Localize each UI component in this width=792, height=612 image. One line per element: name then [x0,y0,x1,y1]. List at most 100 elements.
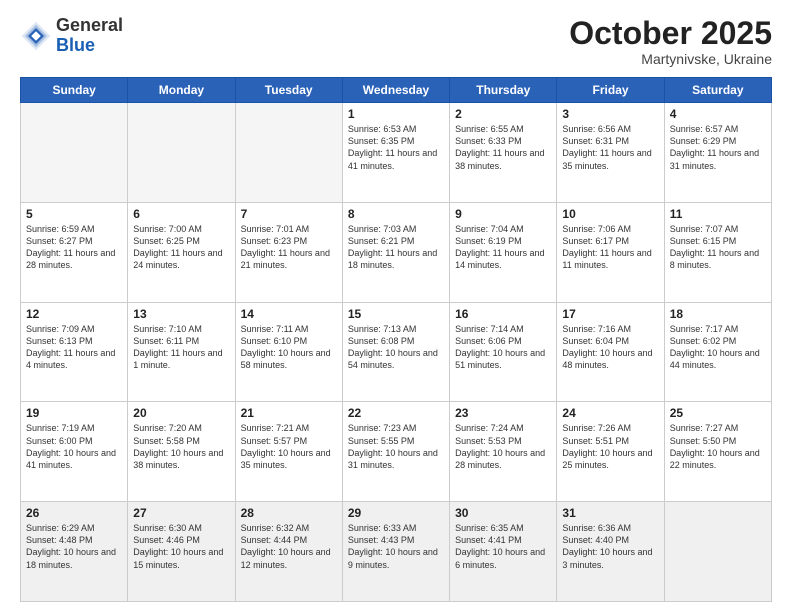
table-row: 3 Sunrise: 6:56 AM Sunset: 6:31 PM Daylig… [557,103,664,203]
table-row: 2 Sunrise: 6:55 AM Sunset: 6:33 PM Daylig… [450,103,557,203]
col-wednesday: Wednesday [342,78,449,103]
table-row: 25Sunrise: 7:27 AM Sunset: 5:50 PM Dayli… [664,402,771,502]
table-row: 28 Sunrise: 6:32 AM Sunset: 4:44 PM Dayli… [235,502,342,602]
col-friday: Friday [557,78,664,103]
header: General Blue October 2025 Martynivske, U… [20,16,772,67]
table-row: 14 Sunrise: 7:11 AM Sunset: 6:10 PM Dayli… [235,302,342,402]
table-row: 18Sunrise: 7:17 AM Sunset: 6:02 PM Dayli… [664,302,771,402]
day-number: 29 [348,506,444,520]
day-info: Sunrise: 6:55 AM Sunset: 6:33 PM Dayligh… [455,123,551,172]
day-number: 4 [670,107,766,121]
table-row: 11 Sunrise: 7:07 AM Sunset: 6:15 PM Dayli… [664,202,771,302]
table-row: 1 Sunrise: 6:53 AM Sunset: 6:35 PM Daylig… [342,103,449,203]
table-row [664,502,771,602]
day-number: 23 [455,406,551,420]
location-subtitle: Martynivske, Ukraine [569,51,772,67]
day-number: 31 [562,506,658,520]
table-row: 27 Sunrise: 6:30 AM Sunset: 4:46 PM Dayli… [128,502,235,602]
day-info: Sunrise: 6:30 AM Sunset: 4:46 PM Dayligh… [133,522,229,571]
day-number: 24 [562,406,658,420]
day-number: 8 [348,207,444,221]
day-info: Sunrise: 7:19 AM Sunset: 6:00 PM Dayligh… [26,422,122,471]
day-info: Sunrise: 6:56 AM Sunset: 6:31 PM Dayligh… [562,123,658,172]
week-row-3: 12Sunrise: 7:09 AM Sunset: 6:13 PM Dayli… [21,302,772,402]
day-info: Sunrise: 7:16 AM Sunset: 6:04 PM Dayligh… [562,323,658,372]
day-number: 5 [26,207,122,221]
calendar-header-row: Sunday Monday Tuesday Wednesday Thursday… [21,78,772,103]
logo: General Blue [20,16,123,56]
day-number: 27 [133,506,229,520]
day-info: Sunrise: 7:03 AM Sunset: 6:21 PM Dayligh… [348,223,444,272]
day-number: 16 [455,307,551,321]
table-row: 4 Sunrise: 6:57 AM Sunset: 6:29 PM Daylig… [664,103,771,203]
day-info: Sunrise: 7:23 AM Sunset: 5:55 PM Dayligh… [348,422,444,471]
day-number: 19 [26,406,122,420]
table-row [235,103,342,203]
day-info: Sunrise: 6:53 AM Sunset: 6:35 PM Dayligh… [348,123,444,172]
table-row: 7 Sunrise: 7:01 AM Sunset: 6:23 PM Daylig… [235,202,342,302]
logo-blue: Blue [56,35,95,55]
week-row-1: 1 Sunrise: 6:53 AM Sunset: 6:35 PM Daylig… [21,103,772,203]
day-number: 30 [455,506,551,520]
day-info: Sunrise: 7:07 AM Sunset: 6:15 PM Dayligh… [670,223,766,272]
day-number: 26 [26,506,122,520]
day-info: Sunrise: 7:06 AM Sunset: 6:17 PM Dayligh… [562,223,658,272]
day-info: Sunrise: 7:27 AM Sunset: 5:50 PM Dayligh… [670,422,766,471]
day-info: Sunrise: 7:21 AM Sunset: 5:57 PM Dayligh… [241,422,337,471]
page: General Blue October 2025 Martynivske, U… [0,0,792,612]
month-title: October 2025 [569,16,772,51]
table-row: 12Sunrise: 7:09 AM Sunset: 6:13 PM Dayli… [21,302,128,402]
table-row: 9Sunrise: 7:04 AM Sunset: 6:19 PM Daylig… [450,202,557,302]
table-row: 31 Sunrise: 6:36 AM Sunset: 4:40 PM Dayli… [557,502,664,602]
day-info: Sunrise: 7:01 AM Sunset: 6:23 PM Dayligh… [241,223,337,272]
logo-icon [20,20,52,52]
table-row: 29Sunrise: 6:33 AM Sunset: 4:43 PM Dayli… [342,502,449,602]
table-row: 22Sunrise: 7:23 AM Sunset: 5:55 PM Dayli… [342,402,449,502]
day-number: 7 [241,207,337,221]
day-info: Sunrise: 6:36 AM Sunset: 4:40 PM Dayligh… [562,522,658,571]
day-number: 2 [455,107,551,121]
table-row: 20 Sunrise: 7:20 AM Sunset: 5:58 PM Dayli… [128,402,235,502]
day-info: Sunrise: 7:09 AM Sunset: 6:13 PM Dayligh… [26,323,122,372]
day-info: Sunrise: 7:20 AM Sunset: 5:58 PM Dayligh… [133,422,229,471]
day-number: 20 [133,406,229,420]
table-row: 19 Sunrise: 7:19 AM Sunset: 6:00 PM Dayli… [21,402,128,502]
day-number: 6 [133,207,229,221]
table-row: 30 Sunrise: 6:35 AM Sunset: 4:41 PM Dayli… [450,502,557,602]
table-row: 17Sunrise: 7:16 AM Sunset: 6:04 PM Dayli… [557,302,664,402]
logo-general: General [56,15,123,35]
day-info: Sunrise: 6:59 AM Sunset: 6:27 PM Dayligh… [26,223,122,272]
table-row: 13Sunrise: 7:10 AM Sunset: 6:11 PM Dayli… [128,302,235,402]
day-number: 28 [241,506,337,520]
table-row: 26Sunrise: 6:29 AM Sunset: 4:48 PM Dayli… [21,502,128,602]
day-number: 10 [562,207,658,221]
day-info: Sunrise: 7:24 AM Sunset: 5:53 PM Dayligh… [455,422,551,471]
col-sunday: Sunday [21,78,128,103]
day-info: Sunrise: 7:00 AM Sunset: 6:25 PM Dayligh… [133,223,229,272]
table-row: 21 Sunrise: 7:21 AM Sunset: 5:57 PM Dayli… [235,402,342,502]
week-row-5: 26Sunrise: 6:29 AM Sunset: 4:48 PM Dayli… [21,502,772,602]
day-number: 13 [133,307,229,321]
table-row: 8 Sunrise: 7:03 AM Sunset: 6:21 PM Daylig… [342,202,449,302]
week-row-4: 19 Sunrise: 7:19 AM Sunset: 6:00 PM Dayli… [21,402,772,502]
table-row [21,103,128,203]
day-info: Sunrise: 6:57 AM Sunset: 6:29 PM Dayligh… [670,123,766,172]
week-row-2: 5 Sunrise: 6:59 AM Sunset: 6:27 PM Daylig… [21,202,772,302]
day-number: 21 [241,406,337,420]
day-info: Sunrise: 6:35 AM Sunset: 4:41 PM Dayligh… [455,522,551,571]
day-number: 11 [670,207,766,221]
day-number: 3 [562,107,658,121]
day-info: Sunrise: 7:17 AM Sunset: 6:02 PM Dayligh… [670,323,766,372]
title-block: October 2025 Martynivske, Ukraine [569,16,772,67]
table-row: 10 Sunrise: 7:06 AM Sunset: 6:17 PM Dayli… [557,202,664,302]
table-row: 23 Sunrise: 7:24 AM Sunset: 5:53 PM Dayli… [450,402,557,502]
day-info: Sunrise: 7:11 AM Sunset: 6:10 PM Dayligh… [241,323,337,372]
day-number: 14 [241,307,337,321]
day-number: 9 [455,207,551,221]
table-row: 24Sunrise: 7:26 AM Sunset: 5:51 PM Dayli… [557,402,664,502]
day-number: 15 [348,307,444,321]
day-number: 1 [348,107,444,121]
day-info: Sunrise: 7:13 AM Sunset: 6:08 PM Dayligh… [348,323,444,372]
day-info: Sunrise: 6:32 AM Sunset: 4:44 PM Dayligh… [241,522,337,571]
table-row: 16Sunrise: 7:14 AM Sunset: 6:06 PM Dayli… [450,302,557,402]
